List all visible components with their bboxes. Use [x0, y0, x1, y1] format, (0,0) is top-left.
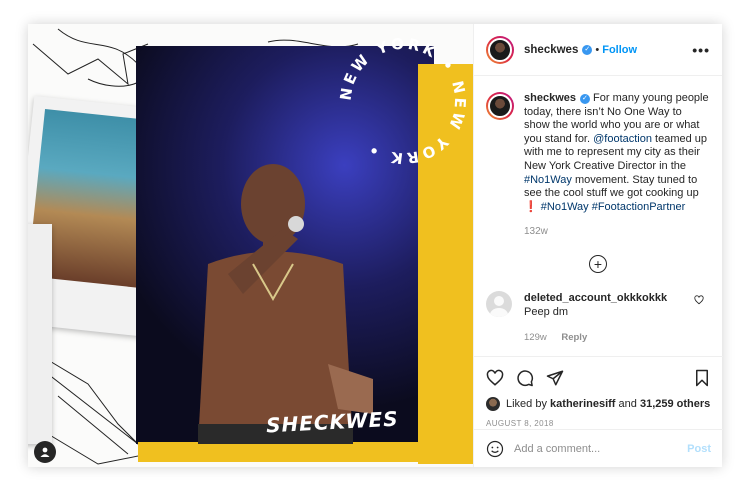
- separator-dot: •: [595, 43, 600, 56]
- author-username[interactable]: sheckwes: [524, 44, 578, 56]
- save-bookmark-icon[interactable]: [693, 369, 711, 387]
- like-heart-icon[interactable]: [486, 369, 504, 387]
- post-photo[interactable]: SHECKWES NEW YORK • NEW YORK •: [28, 24, 473, 467]
- emoji-smiley-icon[interactable]: [486, 440, 504, 458]
- post-caption: sheckwes ✓ For many young people today, t…: [486, 92, 710, 214]
- liker-avatar[interactable]: [486, 397, 500, 411]
- share-paper-plane-icon[interactable]: [546, 369, 564, 387]
- post-sidebar: sheckwes ✓ • Follow ••• sheckwes ✓ For ma…: [473, 24, 723, 467]
- hashtag-link-1[interactable]: #No1Way: [524, 174, 572, 186]
- new-york-ring-text: NEW YORK • NEW YORK •: [337, 35, 470, 168]
- add-comment-bar: Post: [474, 429, 723, 467]
- likes-middle: and: [618, 398, 637, 410]
- comment-like-heart-icon[interactable]: [694, 295, 704, 305]
- caption-age: 132w: [524, 226, 548, 238]
- likes-summary: Liked by katherinesiff and 31,259 others: [486, 397, 711, 411]
- mention-link[interactable]: @footaction: [593, 133, 652, 145]
- load-more-comments-button[interactable]: +: [589, 255, 607, 274]
- post-comment-button[interactable]: Post: [687, 443, 711, 455]
- more-options-icon[interactable]: •••: [692, 42, 710, 58]
- comment-text: Peep dm: [524, 306, 569, 319]
- post-header: sheckwes ✓ • Follow •••: [474, 24, 722, 76]
- instagram-post-card: SHECKWES NEW YORK • NEW YORK • sheckwes …: [28, 24, 723, 467]
- hashtag-link-3[interactable]: #FootactionPartner: [592, 201, 686, 213]
- comment-input[interactable]: [514, 442, 688, 455]
- yellow-accent-bottom: [138, 442, 473, 462]
- reply-button[interactable]: Reply: [561, 332, 587, 343]
- verified-badge-icon: ✓: [582, 44, 593, 55]
- svg-text:NEW YORK • NEW YORK •: NEW YORK • NEW YORK •: [337, 35, 470, 168]
- commenter-avatar[interactable]: [486, 291, 512, 318]
- likes-count[interactable]: 31,259 others: [640, 398, 710, 410]
- caption-verified-badge-icon: ✓: [579, 94, 590, 104]
- post-actions: Liked by katherinesiff and 31,259 others…: [474, 356, 723, 428]
- polaroid-edge: [28, 224, 52, 444]
- exclamation-emoji: ❗: [524, 200, 538, 213]
- tagged-user-icon[interactable]: [34, 441, 56, 463]
- liker-username[interactable]: katherinesiff: [550, 398, 615, 410]
- comment-bubble-icon[interactable]: [516, 369, 534, 387]
- comment-item: deleted_account_okkkokkk Peep dm 129w Re…: [486, 291, 710, 345]
- follow-button[interactable]: Follow: [602, 44, 637, 56]
- hashtag-link-2[interactable]: #No1Way: [541, 201, 589, 213]
- post-date: AUGUST 8, 2018: [486, 419, 554, 428]
- caption-username[interactable]: sheckwes: [524, 92, 576, 104]
- likes-prefix: Liked by: [506, 398, 547, 410]
- comment-age: 129w: [524, 332, 547, 344]
- caption-author-avatar[interactable]: [486, 92, 514, 120]
- comment-username[interactable]: deleted_account_okkkokkk: [524, 292, 667, 304]
- author-avatar[interactable]: [486, 35, 514, 64]
